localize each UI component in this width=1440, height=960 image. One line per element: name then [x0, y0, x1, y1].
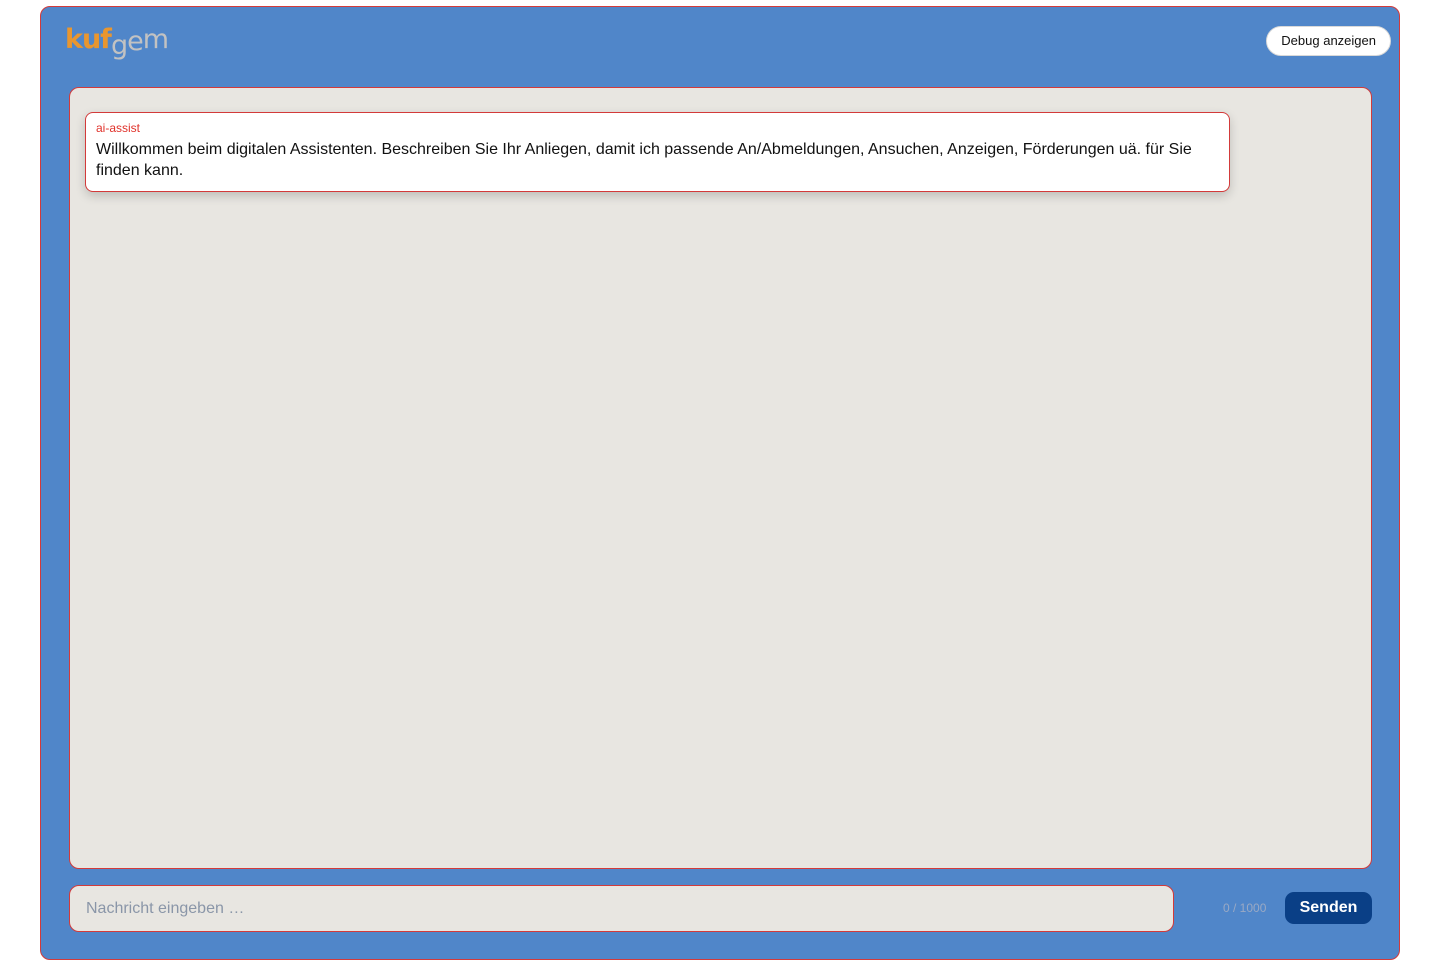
assistant-message: ai-assist Willkommen beim digitalen Assi… — [85, 112, 1230, 192]
character-counter: 0 / 1000 — [1223, 901, 1267, 915]
kufgem-logo: kufgem — [65, 24, 169, 61]
app-frame: kufgem Debug anzeigen ai-assist Willkomm… — [40, 6, 1400, 960]
message-text: Willkommen beim digitalen Assistenten. B… — [96, 141, 1192, 179]
chat-message-area[interactable]: ai-assist Willkommen beim digitalen Assi… — [69, 87, 1372, 869]
logo-text-secondary: gem — [110, 24, 169, 61]
message-input-container[interactable] — [69, 885, 1174, 932]
logo-text-primary: kuf — [65, 24, 112, 55]
debug-toggle-button[interactable]: Debug anzeigen — [1266, 26, 1391, 56]
message-input[interactable] — [70, 886, 1173, 931]
message-sender-label: ai-assist — [96, 121, 141, 135]
send-button[interactable]: Senden — [1285, 892, 1372, 924]
